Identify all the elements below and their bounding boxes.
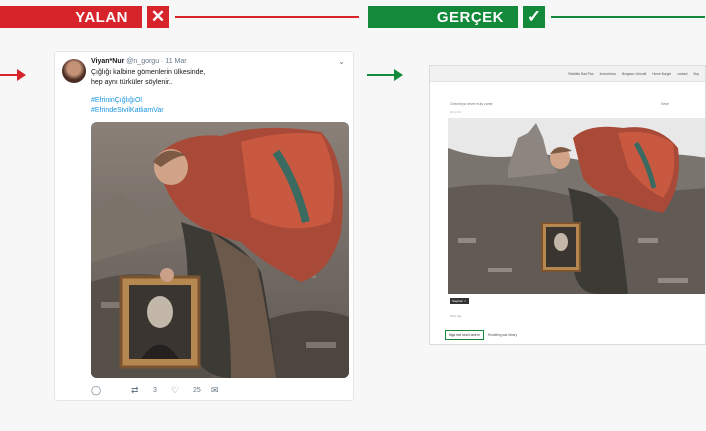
nav-item[interactable]: Instructions — [600, 72, 616, 76]
reply-icon: ◯ — [91, 385, 102, 395]
hashtag-link[interactable]: #EfrindeSivilKatliamVar — [91, 106, 346, 116]
tweet-line: hep aynı türküler söylenir.. — [91, 78, 173, 86]
true-claim-banner: GERÇEK ✓ — [368, 6, 705, 28]
hashtag-link[interactable]: #EfrininÇığlığıOl — [91, 96, 346, 106]
article-meta: ф ◎ 1/1 — [450, 110, 461, 114]
cross-icon: ✕ — [147, 6, 169, 28]
banner-rule — [551, 16, 705, 18]
woman-carrying-rugs-photo — [91, 122, 349, 378]
tweet-display-name[interactable]: Viyan*Nur — [91, 58, 124, 65]
false-claim-banner: YALAN ✕ — [0, 6, 359, 28]
article-photo[interactable] — [448, 118, 705, 294]
avatar[interactable] — [62, 59, 86, 83]
tweet-photo[interactable] — [91, 122, 349, 378]
related-link[interactable]: Redditing war library — [488, 333, 517, 337]
nav-item[interactable]: Buy — [694, 72, 700, 76]
banner-rule — [175, 16, 359, 18]
message-button[interactable]: ✉ — [211, 385, 251, 396]
arrow-right-icon — [367, 69, 403, 81]
reply-button[interactable]: ◯ — [91, 385, 131, 396]
related-links: Mga ime lonch lane le Redditing war libr… — [445, 330, 517, 340]
tweet-handle[interactable]: @n_gorgu — [126, 58, 159, 65]
tweet-text: Çığlığı kalbine gömenlerin ülkesinde, he… — [91, 68, 346, 115]
retweet-icon: ⇄ — [131, 385, 139, 395]
tweet-header: Viyan*Nur @n_gorgu · 11 Mar — [91, 58, 187, 65]
retweet-count: 3 — [153, 387, 157, 394]
site-nav: Redditto Bad Pics Instructions Burgess /… — [430, 66, 705, 82]
chevron-down-icon[interactable]: ⌄ — [338, 57, 345, 66]
article-title: Chechnya never truly came — [450, 102, 493, 106]
nav-item[interactable]: Home Burger — [652, 72, 671, 76]
article-screenshot: Redditto Bad Pics Instructions Burgess /… — [429, 65, 706, 345]
true-label: GERÇEK — [368, 6, 518, 28]
tweet-line: Çığlığı kalbine gömenlerin ülkesinde, — [91, 69, 206, 76]
nav-item[interactable]: contact — [677, 72, 687, 76]
false-label: YALAN — [0, 6, 142, 28]
like-button[interactable]: ♡ 25 — [171, 385, 211, 396]
heart-icon: ♡ — [171, 385, 180, 395]
share-row: Shot tag — [450, 314, 462, 318]
tweet-card: Viyan*Nur @n_gorgu · 11 Mar ⌄ Çığlığı ka… — [54, 51, 354, 401]
like-count: 25 — [193, 387, 201, 394]
retweet-button[interactable]: ⇄ 3 — [131, 385, 171, 396]
highlighted-link[interactable]: Mga ime lonch lane le — [445, 330, 485, 340]
message-icon: ✉ — [211, 385, 219, 395]
nav-item[interactable]: Burgess / Aircraft — [622, 72, 646, 76]
nav-item[interactable]: Redditto Bad Pics — [568, 72, 593, 76]
tweet-date[interactable]: · 11 Mar — [161, 58, 187, 65]
check-icon: ✓ — [523, 6, 545, 28]
original-photo — [448, 118, 705, 294]
photo-credit: Seke — [661, 102, 669, 106]
arrow-right-icon — [0, 69, 26, 81]
tweet-actions: ◯ ⇄ 3 ♡ 25 ✉ — [91, 385, 251, 396]
photo-caption: Stephen ✓ — [450, 298, 469, 304]
